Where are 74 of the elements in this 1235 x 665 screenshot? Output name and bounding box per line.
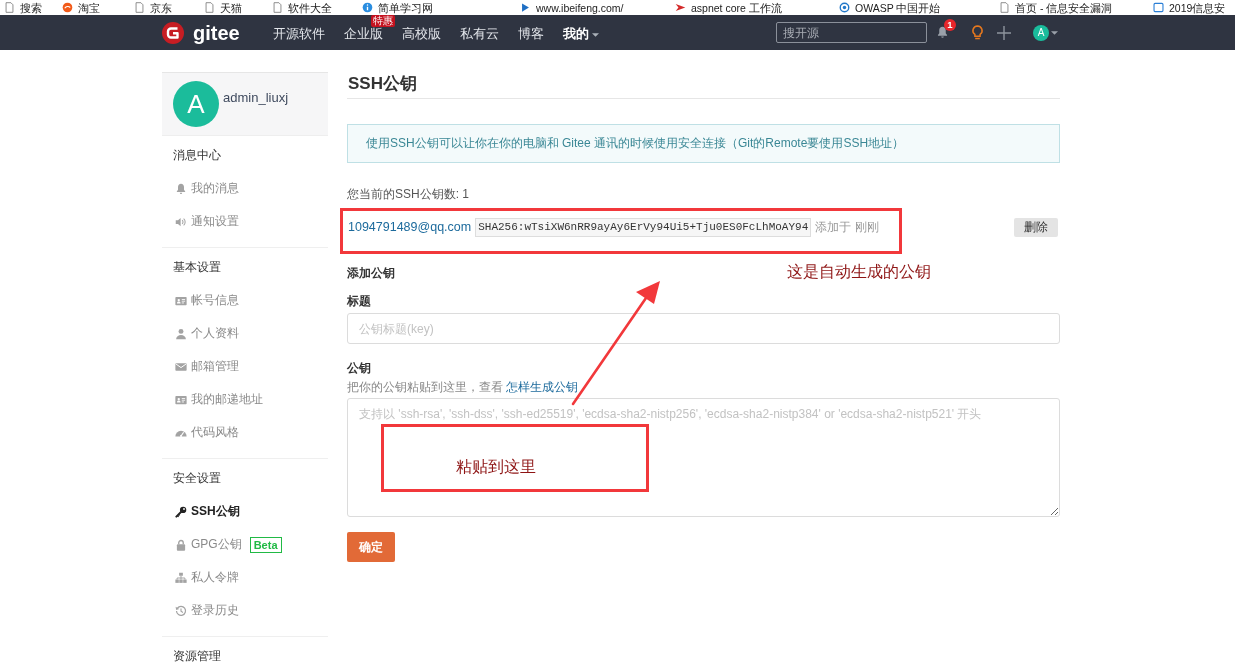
notification-count-badge: 1	[944, 19, 956, 31]
bell-icon[interactable]	[936, 25, 949, 40]
key-count-text: 您当前的SSH公钥数: 1	[347, 186, 469, 202]
person-icon	[175, 327, 187, 340]
lightbulb-icon[interactable]	[971, 25, 984, 40]
history-icon	[175, 604, 187, 617]
envelope-icon	[175, 360, 187, 373]
nav-link[interactable]: 高校版	[401, 26, 441, 43]
sidebar-item[interactable]: 帐号信息	[162, 284, 328, 317]
key-icon	[175, 505, 187, 518]
square-icon	[1153, 2, 1164, 13]
ring-icon	[839, 2, 850, 13]
menu-link[interactable]: 我的	[562, 26, 599, 43]
sidebar-item[interactable]: 登录历史	[162, 594, 328, 627]
sidebar-item[interactable]: 个人资料	[162, 317, 328, 350]
sidebar-item[interactable]: 我的邮递地址	[162, 383, 328, 416]
key-name-link[interactable]: 1094791489@qq.com	[348, 220, 472, 234]
key-title-field[interactable]: 公钥标题(key)	[347, 313, 1060, 344]
id-card-icon	[175, 294, 187, 307]
sidebar-item[interactable]: 我的消息	[162, 172, 328, 205]
bookmark-link[interactable]: www.ibeifeng.com/	[520, 0, 624, 15]
key-fingerprint: SHA256:wTsiXW6nRR9ayAy6ErVy94Ui5+Tju0ES0FcLhMoAY94	[475, 217, 812, 237]
sidebar-item[interactable]: 代码风格	[162, 416, 328, 449]
bookmark-link[interactable]: 搜索	[4, 0, 42, 15]
promo-badge: 特惠	[370, 15, 395, 27]
play-icon	[520, 2, 531, 13]
sidebar-item[interactable]: GPG公钥 Beta	[162, 528, 328, 561]
field-label: 标题	[347, 293, 371, 309]
beta-badge: Beta	[249, 536, 282, 553]
hierarchy-icon	[175, 571, 187, 584]
logo-link[interactable]: gitee	[162, 20, 240, 45]
username-link[interactable]: admin_liuxj	[223, 90, 289, 105]
bookmark-link[interactable]: 简单学习网	[362, 0, 433, 15]
sidebar-item[interactable]: SSH公钥	[162, 495, 328, 528]
nav-link[interactable]: 博客	[517, 26, 544, 43]
bookmark-link[interactable]: OWASP 中国开始	[839, 0, 941, 15]
bookmark-link[interactable]: aspnet core 工作流	[675, 0, 782, 15]
sidebar-item[interactable]: 邮箱管理	[162, 350, 328, 383]
annotation-text: 粘贴到这里	[456, 457, 536, 477]
logo-icon	[162, 21, 184, 44]
speaker-icon	[175, 215, 187, 228]
bookmark-link[interactable]: 京东	[134, 0, 172, 15]
how-to-generate-link[interactable]: 怎样生成公钥	[506, 380, 579, 394]
section-heading: 添加公钥	[347, 265, 395, 281]
sidebar-group-title: 消息中心	[172, 147, 222, 164]
plus-icon[interactable]	[997, 25, 1011, 40]
bookmark-link[interactable]: 天猫	[204, 0, 242, 15]
bookmark-link[interactable]: 首页 - 信息安全漏洞	[999, 0, 1113, 15]
sidebar-item[interactable]: 通知设置	[162, 205, 328, 238]
bookmark-link[interactable]: 2019信息安	[1153, 0, 1226, 15]
caret-icon[interactable]	[1051, 30, 1058, 35]
field-label: 公钥	[347, 360, 371, 376]
nav-link[interactable]: 私有云	[459, 26, 499, 43]
delete-button[interactable]: 删除	[1014, 217, 1058, 237]
arrow-icon	[675, 2, 686, 13]
sidebar-item[interactable]: 私人令牌	[162, 561, 328, 594]
nav-link[interactable]: 开源软件	[272, 26, 325, 43]
bookmark-link[interactable]: 淘宝	[62, 0, 100, 15]
lock-icon	[175, 538, 187, 551]
info-notice: 使用SSH公钥可以让你在你的电脑和 Gitee 通讯的时候使用安全连接（Git的Remote要使用SSH地址）	[347, 124, 1060, 163]
added-time-text: 添加于 刚刚	[815, 218, 879, 236]
page-title: SSH公钥	[347, 72, 1060, 99]
sidebar-group-title: 基本设置	[172, 259, 222, 276]
bell-icon	[175, 182, 187, 195]
annotation-text: 这是自动生成的公钥	[787, 262, 931, 282]
field-hint: 把你的公钥粘贴到这里，查看 怎样生成公钥	[347, 379, 579, 395]
search-field[interactable]: 搜开源	[776, 22, 927, 43]
nav-link[interactable]: 企业版	[343, 26, 383, 43]
caret-icon	[591, 32, 599, 37]
user-avatar: A	[173, 81, 219, 127]
id-card-icon	[175, 393, 187, 406]
bookmark-link[interactable]: 软件大全	[272, 0, 332, 15]
sidebar-group-title: 资源管理	[172, 648, 222, 664]
sidebar-group-title: 安全设置	[172, 470, 222, 487]
